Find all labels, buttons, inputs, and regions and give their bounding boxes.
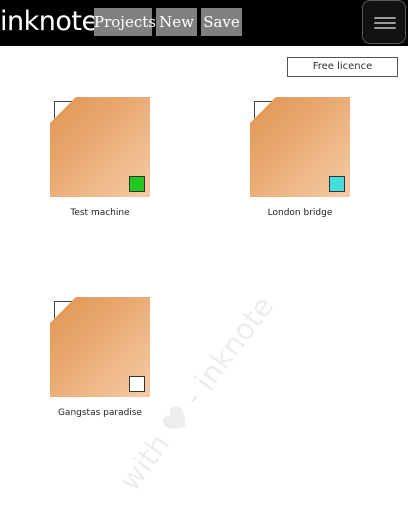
project-card[interactable]: London bridge	[250, 97, 350, 227]
hamburger-menu-icon	[374, 17, 396, 19]
project-thumbnail[interactable]	[50, 97, 150, 197]
new-button[interactable]: New	[156, 8, 197, 36]
page: inknote Projects New Save Free licence T…	[0, 0, 408, 506]
watermark-text-before: with	[112, 427, 177, 498]
watermark-text-after: - inknote	[175, 289, 281, 413]
project-color-swatch[interactable]	[129, 376, 145, 392]
app-logo[interactable]: inknote	[0, 4, 98, 40]
project-thumbnail[interactable]	[50, 297, 150, 397]
project-name[interactable]: Gangstas paradise	[30, 408, 170, 418]
project-name[interactable]: London bridge	[230, 208, 370, 218]
projects-button[interactable]: Projects	[94, 8, 156, 36]
project-name[interactable]: Test machine	[30, 208, 170, 218]
project-thumbnail[interactable]	[250, 97, 350, 197]
free-licence-button[interactable]: Free licence	[287, 57, 398, 77]
project-card[interactable]: Gangstas paradise	[50, 297, 150, 427]
project-color-swatch[interactable]	[129, 176, 145, 192]
project-color-swatch[interactable]	[329, 176, 345, 192]
menu-button[interactable]	[362, 0, 406, 44]
project-card[interactable]: Test machine	[50, 97, 150, 227]
header-bar: inknote Projects New Save	[0, 0, 408, 46]
save-button[interactable]: Save	[201, 8, 242, 36]
